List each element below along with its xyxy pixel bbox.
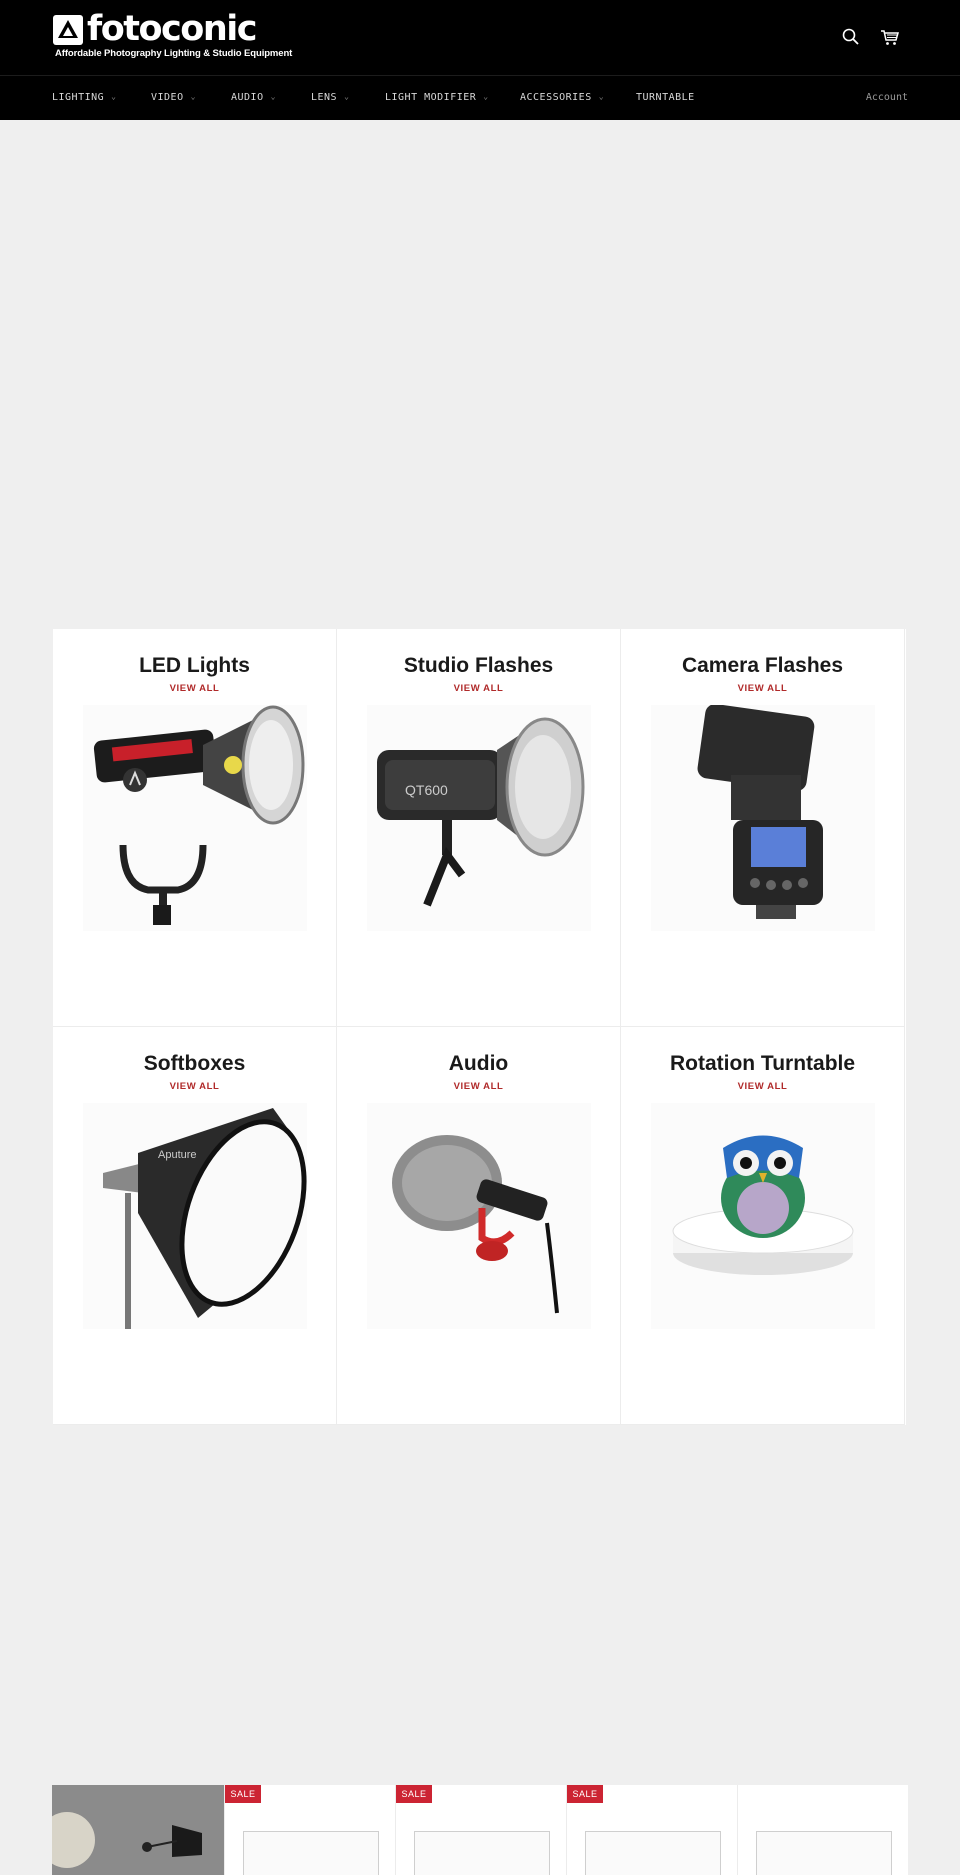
brand-tagline: Affordable Photography Lighting & Studio… [55,48,293,59]
nav-item-label: LIGHTING [52,92,105,103]
nav-item-video[interactable]: VIDEO ⌄ [151,92,196,103]
nav-item-label: VIDEO [151,92,184,103]
nav-item-label: LIGHT MODIFIER [385,92,477,103]
product-card[interactable]: SALE [224,1785,395,1875]
view-all-link[interactable]: VIEW ALL [337,1081,620,1092]
product-image[interactable] [756,1831,892,1875]
featured-products: SALE SALE SALE [52,1785,908,1875]
led-light-image[interactable] [83,705,307,931]
collection-title[interactable]: Rotation Turntable [621,1052,904,1076]
nav-item-label: LENS [311,92,338,103]
chevron-down-icon: ⌄ [344,92,350,101]
collection-card-audio[interactable]: Audio VIEW ALL [337,1027,621,1425]
microphone-image[interactable] [367,1103,591,1329]
product-image[interactable] [243,1831,379,1875]
product-image[interactable] [414,1831,550,1875]
nav-item-label: AUDIO [231,92,264,103]
collection-title[interactable]: LED Lights [53,654,336,678]
account-link[interactable]: Account [866,92,908,103]
collection-title[interactable]: Audio [337,1052,620,1076]
site-logo[interactable]: fotoconic Affordable Photography Lightin… [53,9,292,61]
view-all-link[interactable]: VIEW ALL [53,683,336,694]
collection-card-camera-flashes[interactable]: Camera Flashes VIEW ALL [621,629,905,1027]
sale-badge: SALE [396,1785,432,1803]
svg-text:Aputure: Aputure [158,1149,197,1161]
main-nav: LIGHTING ⌄ VIDEO ⌄ AUDIO ⌄ LENS ⌄ LIGHT MODI… [0,75,960,120]
view-all-link[interactable]: VIEW ALL [621,683,904,694]
nav-item-light-modifier[interactable]: LIGHT MODIFIER ⌄ [385,92,489,103]
collection-card-softboxes[interactable]: Softboxes VIEW ALL Aputure [53,1027,337,1425]
cart-icon[interactable] [879,26,901,48]
chevron-down-icon: ⌄ [190,92,196,101]
site-header: fotoconic Affordable Photography Lightin… [0,0,960,75]
softbox-image[interactable]: Aputure [83,1103,307,1329]
chevron-down-icon: ⌄ [483,92,489,101]
promo-banner-image[interactable] [52,1785,224,1875]
product-card[interactable]: SALE [395,1785,566,1875]
search-icon[interactable] [840,26,862,48]
chevron-down-icon: ⌄ [598,92,605,101]
nav-item-lighting[interactable]: LIGHTING ⌄ [52,92,117,103]
view-all-link[interactable]: VIEW ALL [621,1081,904,1092]
sale-badge: SALE [567,1785,603,1803]
nav-item-label: ACCESSORIES [520,92,592,103]
camera-flash-image[interactable] [651,703,875,931]
chevron-down-icon: ⌄ [270,92,276,101]
product-card[interactable] [737,1785,908,1875]
studio-flash-image[interactable]: QT600 [367,705,591,931]
logo-triangle-icon [53,15,83,45]
collection-grid: LED Lights VIEW ALL Studio Flashes VIEW … [53,629,906,1425]
collection-card-rotation-turntable[interactable]: Rotation Turntable VIEW ALL [621,1027,905,1425]
svg-text:QT600: QT600 [405,782,448,798]
collection-title[interactable]: Camera Flashes [621,654,904,678]
view-all-link[interactable]: VIEW ALL [337,683,620,694]
product-image[interactable] [585,1831,721,1875]
chevron-down-icon: ⌄ [111,92,117,101]
nav-item-accessories[interactable]: ACCESSORIES ⌄ [520,92,604,103]
turntable-image[interactable] [651,1103,875,1329]
collection-title[interactable]: Softboxes [53,1052,336,1076]
collection-title[interactable]: Studio Flashes [337,654,620,678]
collection-card-led-lights[interactable]: LED Lights VIEW ALL [53,629,337,1027]
view-all-link[interactable]: VIEW ALL [53,1081,336,1092]
product-card[interactable]: SALE [566,1785,737,1875]
nav-item-turntable[interactable]: TURNTABLE [636,92,695,103]
nav-item-label: TURNTABLE [636,92,695,103]
sale-badge: SALE [225,1785,261,1803]
nav-item-lens[interactable]: LENS ⌄ [311,92,349,103]
brand-name: fotoconic [87,9,258,49]
nav-item-audio[interactable]: AUDIO ⌄ [231,92,276,103]
collection-card-studio-flashes[interactable]: Studio Flashes VIEW ALL QT600 [337,629,621,1027]
